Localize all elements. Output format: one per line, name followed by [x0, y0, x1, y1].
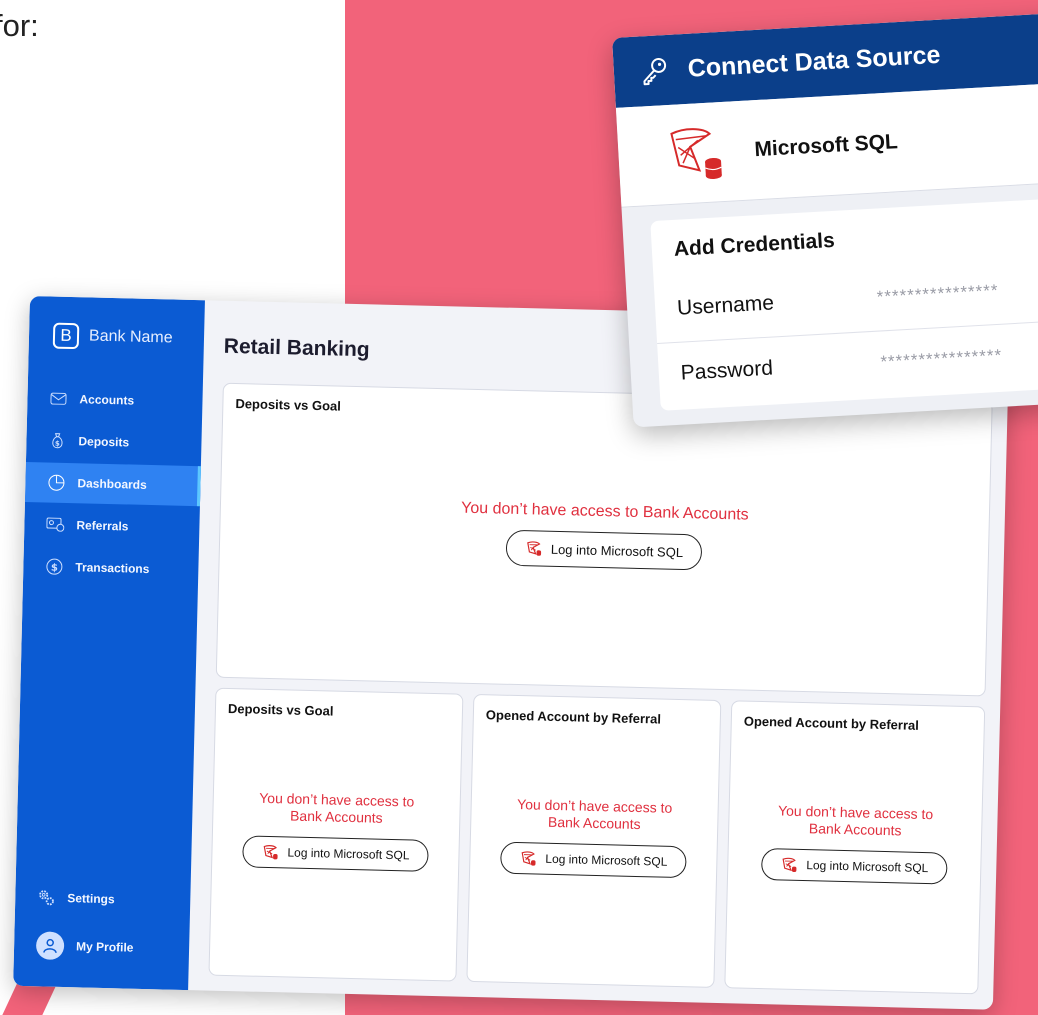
- microsoft-sql-logo-icon: [670, 127, 722, 179]
- card-title: Opened Account by Referral: [485, 707, 662, 727]
- dashboard-card-small: Opened Account by Referral You don’t hav…: [466, 693, 722, 988]
- username-label: Username: [676, 291, 775, 320]
- username-field[interactable]: ****************: [876, 281, 999, 308]
- sidebar-item-dashboards[interactable]: Dashboards: [24, 461, 201, 507]
- money-bag-icon: $: [48, 431, 66, 449]
- data-source-name: Microsoft SQL: [753, 129, 899, 161]
- microsoft-sql-icon: [521, 851, 536, 866]
- sidebar-item-label: Deposits: [78, 434, 130, 450]
- card-body: You don’t have access to Bank Accounts L…: [728, 801, 982, 885]
- gear-icon: [37, 888, 55, 906]
- sidebar-item-label: Dashboards: [77, 476, 147, 492]
- sidebar-item-label: Settings: [67, 891, 115, 907]
- sidebar-bottom: Settings My Profile: [14, 874, 191, 974]
- referral-card-icon: [46, 515, 65, 533]
- no-access-message: You don’t have access to Bank Accounts: [259, 789, 415, 826]
- sidebar-item-accounts[interactable]: Accounts: [27, 378, 203, 422]
- credentials-panel: Add Credentials Username ***************…: [650, 196, 1038, 411]
- card-body: You don’t have access to Bank Accounts L…: [220, 494, 989, 578]
- sidebar-item-label: Transactions: [75, 560, 150, 576]
- button-label: Log into Microsoft SQL: [806, 858, 929, 876]
- svg-text:$: $: [51, 563, 58, 574]
- intro-text: for:: [0, 8, 39, 43]
- microsoft-sql-icon: [263, 845, 278, 860]
- password-label: Password: [680, 356, 774, 385]
- log-into-sql-button[interactable]: Log into Microsoft SQL: [760, 848, 948, 885]
- microsoft-sql-icon: [782, 857, 797, 873]
- sidebar-item-label: Referrals: [76, 518, 129, 534]
- microsoft-sql-icon: [527, 541, 541, 556]
- sidebar-item-settings[interactable]: Settings: [15, 874, 191, 924]
- card-body: You don’t have access to Bank Accounts L…: [212, 789, 460, 873]
- card-title: Deposits vs Goal: [227, 700, 334, 719]
- svg-text:$: $: [55, 440, 60, 448]
- modal-title: Connect Data Source: [687, 40, 942, 83]
- button-label: Log into Microsoft SQL: [287, 845, 410, 863]
- sidebar: B Bank Name Accounts $ Deposits Dashboar…: [13, 296, 205, 991]
- dashboard-card-large: Deposits vs Goal You don’t have access t…: [215, 382, 993, 697]
- card-title: Deposits vs Goal: [235, 396, 342, 414]
- dollar-circle-icon: $: [45, 557, 63, 575]
- pie-chart-icon: [47, 473, 65, 491]
- credentials-title: Add Credentials: [673, 228, 836, 261]
- button-label: Log into Microsoft SQL: [550, 541, 684, 560]
- no-access-message: You don’t have access to Bank Accounts: [516, 796, 673, 833]
- connect-data-source-modal: Connect Data Source Microsoft SQL Add Cr…: [612, 11, 1038, 428]
- dashboard-card-small: Opened Account by Referral You don’t hav…: [724, 700, 986, 995]
- no-access-message: You don’t have access to Bank Accounts: [777, 802, 934, 839]
- avatar-icon: [35, 931, 65, 961]
- sidebar-item-label: My Profile: [75, 939, 134, 955]
- sidebar-nav: Accounts $ Deposits Dashboards Referrals: [23, 378, 203, 592]
- envelope-icon: [49, 390, 67, 408]
- log-into-sql-button[interactable]: Log into Microsoft SQL: [505, 529, 703, 571]
- sidebar-item-transactions[interactable]: $ Transactions: [23, 546, 199, 590]
- key-icon: [643, 57, 667, 86]
- card-body: You don’t have access to Bank Accounts L…: [470, 795, 718, 879]
- log-into-sql-button[interactable]: Log into Microsoft SQL: [242, 835, 429, 872]
- sidebar-item-label: Accounts: [79, 392, 135, 408]
- brand[interactable]: B Bank Name: [52, 322, 173, 352]
- dashboard-card-small: Deposits vs Goal You don’t have access t…: [208, 687, 464, 982]
- no-access-message: You don’t have access to Bank Accounts: [460, 499, 749, 524]
- sidebar-item-my-profile[interactable]: My Profile: [14, 922, 190, 972]
- brand-logo-icon: B: [52, 322, 80, 350]
- card-title: Opened Account by Referral: [743, 713, 920, 733]
- log-into-sql-button[interactable]: Log into Microsoft SQL: [499, 841, 687, 879]
- page-title: Retail Banking: [223, 334, 370, 362]
- button-label: Log into Microsoft SQL: [545, 851, 668, 869]
- sidebar-item-deposits[interactable]: $ Deposits: [26, 420, 202, 464]
- brand-name: Bank Name: [88, 327, 173, 347]
- password-field[interactable]: ****************: [880, 345, 1003, 372]
- sidebar-item-referrals[interactable]: Referrals: [24, 504, 200, 548]
